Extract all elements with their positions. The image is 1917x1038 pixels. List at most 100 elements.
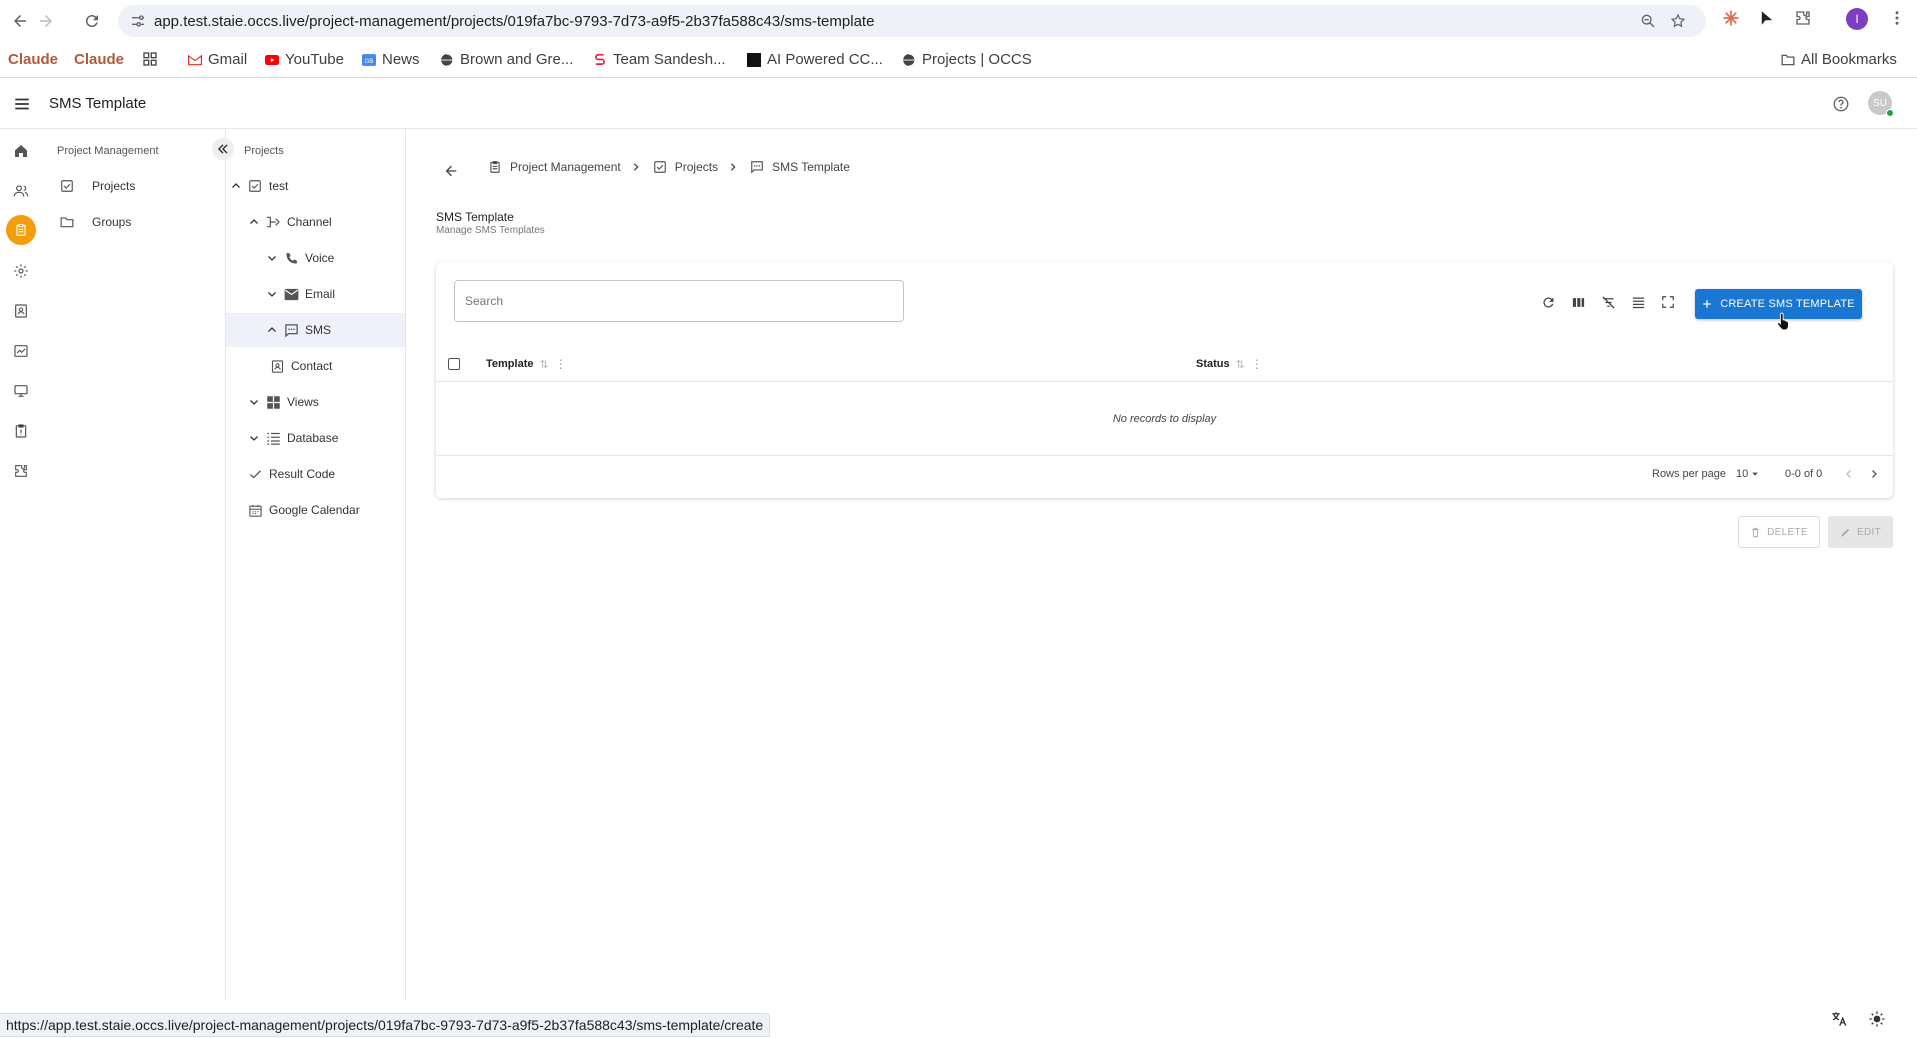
send-extension-icon[interactable] bbox=[1758, 9, 1776, 27]
tree-item-label: Views bbox=[287, 395, 319, 409]
column-menu-icon[interactable]: ⋮ bbox=[1251, 357, 1263, 371]
breadcrumb-label: Project Management bbox=[510, 160, 621, 174]
browser-toolbar: app.test.staie.occs.live/project-managem… bbox=[0, 0, 1917, 42]
bookmark-brown-and-gre[interactable]: Brown and Gre... bbox=[440, 51, 573, 68]
column-header-status[interactable]: Status ⇅ ⋮ bbox=[1196, 357, 1263, 371]
columns-icon[interactable] bbox=[1569, 293, 1587, 311]
search-input[interactable] bbox=[454, 280, 904, 322]
contact-card-icon[interactable] bbox=[11, 301, 31, 321]
tree-item-email[interactable]: Email bbox=[226, 277, 405, 311]
tree-item-google-calendar[interactable]: Google Calendar bbox=[226, 493, 405, 527]
tree-item-result-code[interactable]: Result Code bbox=[226, 457, 405, 491]
column-menu-icon[interactable]: ⋮ bbox=[555, 357, 567, 371]
bookmark-star-icon[interactable] bbox=[1670, 13, 1686, 29]
sort-icon[interactable]: ⇅ bbox=[539, 358, 548, 371]
pm-item-groups-label: Groups bbox=[92, 215, 132, 229]
claude-extension-icon[interactable] bbox=[1722, 9, 1740, 27]
tree-item-views[interactable]: Views bbox=[226, 385, 405, 419]
all-bookmarks[interactable]: All Bookmarks bbox=[1781, 51, 1897, 68]
collapse-panel-button[interactable] bbox=[212, 138, 234, 160]
chevron-up-icon[interactable] bbox=[265, 323, 279, 337]
folder-icon bbox=[1781, 53, 1795, 67]
filter-off-icon[interactable] bbox=[1599, 293, 1617, 311]
prev-page-icon[interactable] bbox=[1843, 468, 1855, 480]
apps-grid-icon[interactable] bbox=[142, 51, 158, 67]
bookmark-youtube[interactable]: YouTube bbox=[265, 51, 344, 68]
breadcrumb-sms-template: SMS Template bbox=[750, 160, 850, 174]
bookmark-team-sandesh[interactable]: Team Sandesh... bbox=[593, 51, 726, 68]
pm-panel-heading: Project Management bbox=[57, 145, 159, 157]
density-icon[interactable] bbox=[1629, 293, 1647, 311]
rows-per-page-select[interactable]: 10 bbox=[1736, 468, 1759, 480]
address-bar[interactable]: app.test.staie.occs.live/project-managem… bbox=[118, 5, 1706, 37]
extensions-puzzle-icon[interactable] bbox=[1794, 9, 1812, 27]
home-icon[interactable] bbox=[11, 141, 31, 161]
integration-puzzle-icon[interactable] bbox=[11, 461, 31, 481]
chevron-down-icon[interactable] bbox=[247, 431, 261, 445]
translate-icon[interactable] bbox=[1830, 1010, 1848, 1028]
channel-branch-icon bbox=[265, 214, 281, 230]
breadcrumb-label: Projects bbox=[674, 160, 719, 174]
delete-button[interactable]: DELETE bbox=[1738, 516, 1820, 548]
tree-item-channel[interactable]: Channel bbox=[226, 205, 405, 239]
fullscreen-icon[interactable] bbox=[1659, 293, 1677, 311]
team-sandesh-icon bbox=[593, 53, 607, 67]
site-info-icon[interactable] bbox=[130, 13, 146, 29]
hand-cursor-icon bbox=[1776, 312, 1792, 330]
sort-icon[interactable]: ⇅ bbox=[1236, 358, 1245, 371]
tree-item-label: Voice bbox=[305, 251, 335, 265]
tree-item-voice[interactable]: Voice bbox=[226, 241, 405, 275]
bookmark-youtube-label: YouTube bbox=[285, 51, 344, 68]
tree-item-contact[interactable]: Contact bbox=[226, 349, 405, 383]
back-arrow-icon[interactable] bbox=[8, 9, 32, 33]
users-icon[interactable] bbox=[11, 181, 31, 201]
pm-item-projects[interactable]: Projects bbox=[60, 179, 135, 193]
bookmarks-bar: Claude Claude Gmail YouTube GB News Brow… bbox=[0, 42, 1917, 78]
check-icon bbox=[247, 466, 263, 482]
bookmark-projects-occs[interactable]: Projects | OCCS bbox=[902, 51, 1032, 68]
profile-avatar[interactable]: I bbox=[1846, 8, 1868, 30]
edit-button[interactable]: EDIT bbox=[1828, 516, 1893, 548]
chevron-up-icon[interactable] bbox=[229, 179, 243, 193]
rows-per-page: Rows per page 10 bbox=[1652, 468, 1759, 480]
chevron-up-icon[interactable] bbox=[247, 215, 261, 229]
help-icon[interactable] bbox=[1832, 95, 1850, 113]
bookmark-claude-1[interactable]: Claude bbox=[8, 51, 58, 68]
tree-item-database[interactable]: Database bbox=[226, 421, 405, 455]
reload-icon[interactable] bbox=[80, 9, 104, 33]
app-title: SMS Template bbox=[49, 95, 147, 112]
settings-gear-icon[interactable] bbox=[11, 261, 31, 281]
breadcrumb-project-management[interactable]: Project Management bbox=[488, 160, 621, 174]
bookmark-gmail[interactable]: Gmail bbox=[188, 51, 247, 68]
tree-item-sms[interactable]: SMS bbox=[226, 313, 405, 347]
bookmark-claude-2[interactable]: Claude bbox=[74, 51, 124, 68]
report-icon[interactable] bbox=[11, 421, 31, 441]
back-arrow-icon[interactable] bbox=[443, 163, 459, 179]
plus-icon bbox=[1702, 299, 1712, 309]
pm-item-groups[interactable]: Groups bbox=[60, 215, 131, 229]
next-page-icon[interactable] bbox=[1868, 468, 1880, 480]
project-clipboard-icon[interactable] bbox=[6, 215, 36, 245]
analytics-icon[interactable] bbox=[11, 341, 31, 361]
breadcrumb-projects[interactable]: Projects bbox=[653, 160, 718, 174]
bookmark-gmail-label: Gmail bbox=[208, 51, 248, 68]
monitor-icon[interactable] bbox=[11, 381, 31, 401]
tree-item-label: test bbox=[269, 179, 289, 193]
select-all-checkbox[interactable] bbox=[448, 358, 460, 370]
chevron-down-icon[interactable] bbox=[265, 251, 279, 265]
bookmark-news-label: News bbox=[382, 51, 420, 68]
browser-menu-icon[interactable] bbox=[1888, 9, 1906, 27]
tree-item-test[interactable]: test bbox=[226, 169, 405, 203]
tree-item-label: Google Calendar bbox=[269, 503, 360, 517]
theme-brightness-icon[interactable] bbox=[1868, 1010, 1886, 1028]
zoom-icon[interactable] bbox=[1640, 13, 1656, 29]
refresh-icon[interactable] bbox=[1539, 293, 1557, 311]
chevron-down-icon[interactable] bbox=[265, 287, 279, 301]
column-header-template[interactable]: Template ⇅ ⋮ bbox=[486, 357, 567, 371]
chevron-down-icon[interactable] bbox=[247, 395, 261, 409]
bookmark-ai-powered[interactable]: AI Powered CC... bbox=[747, 51, 883, 68]
forward-arrow-icon[interactable] bbox=[34, 9, 58, 33]
online-status-dot bbox=[1886, 109, 1894, 117]
hamburger-menu-icon[interactable] bbox=[13, 95, 31, 113]
bookmark-news[interactable]: GB News bbox=[362, 51, 420, 68]
